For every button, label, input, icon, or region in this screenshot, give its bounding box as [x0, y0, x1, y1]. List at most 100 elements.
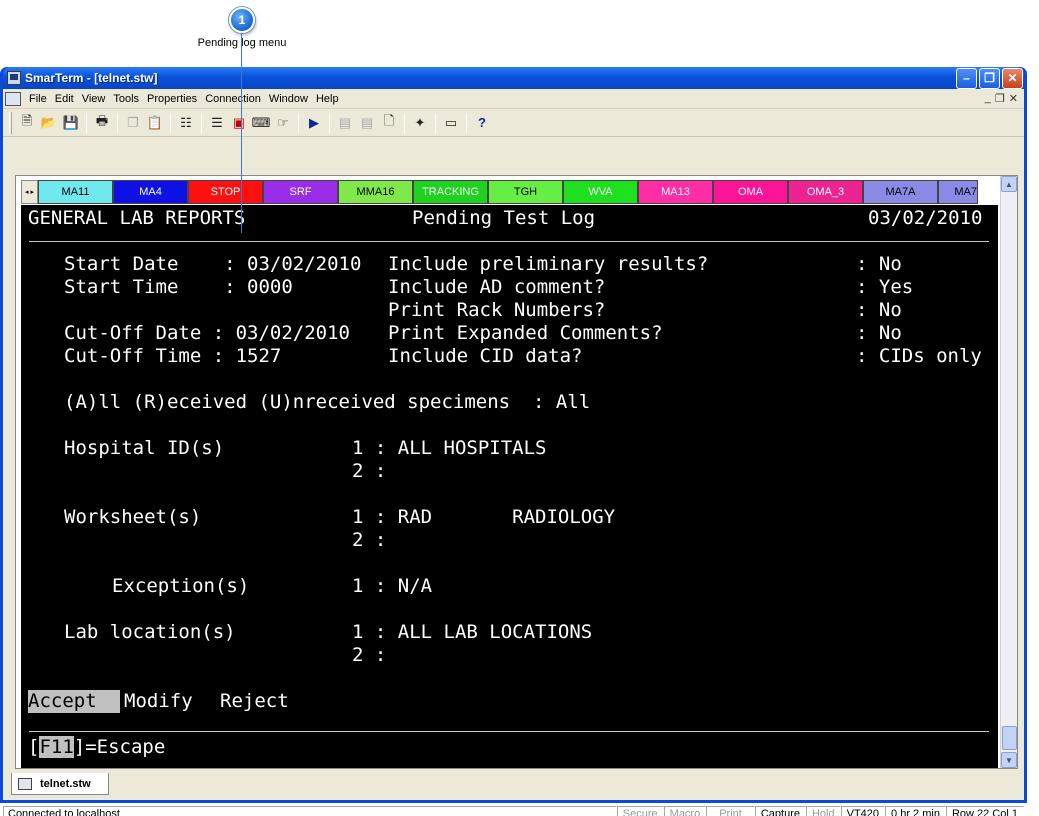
edit2-icon[interactable]: ▤: [356, 112, 378, 134]
edit-icon[interactable]: ▤: [334, 112, 356, 134]
lab-location-entry-2[interactable]: 2 :: [352, 644, 386, 667]
worksheet-entry-2[interactable]: 2 :: [352, 529, 386, 552]
modify-option[interactable]: Modify: [124, 690, 193, 713]
callout-badge: 1: [229, 7, 255, 33]
macro-button[interactable]: MA7: [938, 180, 978, 204]
wand-icon[interactable]: ✦: [409, 112, 431, 134]
menu-connection[interactable]: Connection: [201, 93, 265, 105]
properties-icon[interactable]: ☷: [175, 112, 197, 134]
hand-icon[interactable]: ☞: [272, 112, 294, 134]
terminal-screen[interactable]: GENERAL LAB REPORTS Pending Test Log 03/…: [21, 205, 998, 768]
menu-properties[interactable]: Properties: [143, 93, 201, 105]
scroll-down-icon[interactable]: ▼: [1001, 752, 1017, 768]
cutoff-date-field[interactable]: Cut-Off Date : 03/02/2010: [64, 322, 350, 345]
accept-option[interactable]: Accept: [28, 690, 120, 713]
keyboard-icon[interactable]: ⌨: [250, 112, 272, 134]
macro-button[interactable]: MA11: [38, 180, 113, 204]
menu-file[interactable]: File: [25, 93, 51, 105]
copy-icon[interactable]: ❐: [122, 112, 144, 134]
terminal-app-icon[interactable]: [7, 71, 21, 85]
macro-button[interactable]: MA13: [638, 180, 713, 204]
open-folder-icon[interactable]: 📂: [38, 112, 60, 134]
cid-data-label: Include CID data?: [388, 345, 583, 367]
macro-button[interactable]: OMA: [713, 180, 788, 204]
escape-hint: [F11]=Escape: [28, 736, 165, 759]
mdi-minimize-button[interactable]: _: [985, 92, 991, 105]
session-tab[interactable]: telnet.stw: [11, 773, 109, 795]
document-icon[interactable]: 🗋: [378, 112, 400, 134]
monitor-icon[interactable]: ▭: [440, 112, 462, 134]
hospital-entry-1[interactable]: 1 : ALL HOSPITALS: [352, 437, 546, 460]
preliminary-results-value[interactable]: : No: [856, 253, 902, 276]
macro-bar: ◂ ▸ MA11 MA4 STOP SRF MMA16 TRACKING TGH…: [21, 180, 978, 204]
close-button[interactable]: ✕: [1002, 67, 1023, 89]
cid-data-value[interactable]: : CIDs only: [856, 345, 982, 368]
macro-button[interactable]: MA7A: [863, 180, 938, 204]
menu-view[interactable]: View: [78, 93, 110, 105]
macro-button[interactable]: SRF: [263, 180, 338, 204]
reject-option[interactable]: Reject: [220, 690, 289, 713]
menu-window[interactable]: Window: [265, 93, 312, 105]
preliminary-results-label: Include preliminary results?: [388, 253, 709, 275]
exception-entry-1[interactable]: 1 : N/A: [352, 575, 432, 598]
list-icon[interactable]: ☰: [206, 112, 228, 134]
toolbar: 🗎 📂 💾 🖶 ❐ 📋 ☷ ☰ ▣ ⌨ ☞ ▶ ▤ ▤ 🗋 ✦ ▭ ?: [3, 109, 1024, 137]
scroll-up-icon[interactable]: ▲: [1001, 176, 1017, 192]
lab-location-entry-1[interactable]: 1 : ALL LAB LOCATIONS: [352, 621, 592, 644]
status-hold: Hold: [805, 806, 841, 816]
print-icon[interactable]: 🖶: [91, 112, 113, 134]
minimize-button[interactable]: –: [956, 67, 977, 89]
restore-button[interactable]: ❐: [979, 67, 1000, 89]
menu-tools[interactable]: Tools: [109, 93, 143, 105]
toolbar-grip[interactable]: [9, 111, 12, 134]
session-tab-icon: [18, 777, 32, 790]
footer-divider: [29, 731, 989, 732]
mdi-restore-button[interactable]: ❐: [995, 92, 1005, 105]
macro-button[interactable]: MA4: [113, 180, 188, 204]
mdi-close-button[interactable]: ✕: [1009, 92, 1018, 105]
status-cursor-position: Row 22 Col 1: [945, 806, 1024, 816]
hospital-label: Hospital ID(s): [64, 437, 225, 459]
connection-status: Connected to localhost: [3, 806, 617, 816]
callout-label: Pending log menu: [197, 37, 287, 49]
macro-button[interactable]: STOP: [188, 180, 263, 204]
hospital-entry-2[interactable]: 2 :: [352, 460, 386, 483]
header-divider: [29, 241, 989, 242]
specimens-field[interactable]: (A)ll (R)eceived (U)nreceived specimens …: [64, 391, 590, 414]
f11-key: F11: [39, 736, 74, 758]
session-icon[interactable]: ▣: [228, 112, 250, 134]
vertical-scrollbar[interactable]: ▲ ▼: [1000, 176, 1017, 768]
title-bar[interactable]: SmarTerm - [telnet.stw] – ❐ ✕: [3, 67, 1024, 89]
macro-button[interactable]: MMA16: [338, 180, 413, 204]
page-title: Pending Test Log: [412, 207, 596, 229]
worksheet-entry-1[interactable]: 1 : RAD RADIOLOGY: [352, 506, 615, 529]
start-date-field[interactable]: Start Date : 03/02/2010: [64, 253, 361, 276]
scroll-thumb[interactable]: [1002, 726, 1017, 750]
menu-help[interactable]: Help: [312, 93, 343, 105]
rack-numbers-value[interactable]: : No: [856, 299, 902, 322]
status-bar: Connected to localhost Secure Macro Prin…: [3, 806, 1024, 816]
status-elapsed-time: 0 hr 2 min: [885, 806, 946, 816]
macro-button[interactable]: TRACKING: [413, 180, 488, 204]
window-client: File Edit View Tools Properties Connecti…: [3, 89, 1024, 816]
macro-nav-arrows[interactable]: ◂ ▸: [21, 180, 38, 204]
play-icon[interactable]: ▶: [303, 112, 325, 134]
start-time-field[interactable]: Start Time : 0000: [64, 276, 293, 299]
paste-icon[interactable]: 📋: [144, 112, 166, 134]
status-emulation: VT420: [840, 806, 886, 816]
macro-button[interactable]: OMA_3: [788, 180, 863, 204]
macro-button[interactable]: WVA: [563, 180, 638, 204]
menu-edit[interactable]: Edit: [51, 93, 78, 105]
status-secure: Secure: [616, 806, 664, 816]
document-icon[interactable]: [5, 91, 21, 106]
cutoff-time-field[interactable]: Cut-Off Time : 1527: [64, 345, 281, 368]
menu-bar: File Edit View Tools Properties Connecti…: [3, 89, 1024, 109]
ad-comment-value[interactable]: : Yes: [856, 276, 913, 299]
expanded-comments-value[interactable]: : No: [856, 322, 902, 345]
expanded-comments-label: Print Expanded Comments?: [388, 322, 663, 344]
callout-line: [241, 33, 242, 233]
save-icon[interactable]: 💾: [60, 112, 82, 134]
new-file-icon[interactable]: 🗎: [16, 112, 38, 134]
macro-button[interactable]: TGH: [488, 180, 563, 204]
help-icon[interactable]: ?: [471, 112, 493, 134]
